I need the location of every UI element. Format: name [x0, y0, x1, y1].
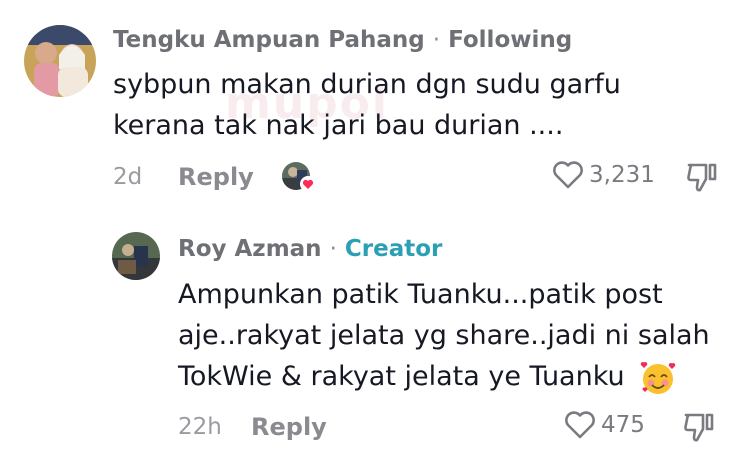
dislike-button[interactable]: [682, 410, 716, 448]
heart-outline-icon[interactable]: [551, 160, 585, 190]
separator-dot: ·: [329, 236, 337, 262]
avatar-roy-azman[interactable]: [112, 232, 160, 280]
like-button[interactable]: 475: [563, 410, 645, 440]
author-name[interactable]: Roy Azman: [178, 236, 322, 262]
smiling-face-with-hearts-icon: [641, 361, 676, 394]
thumbs-down-icon[interactable]: [685, 160, 719, 194]
thumbs-down-icon[interactable]: [682, 410, 716, 444]
comment-timestamp: 2d: [113, 164, 143, 190]
dislike-button[interactable]: [685, 160, 719, 198]
following-tag: Following: [448, 27, 573, 53]
comment-text-line: sybpun makan durian dgn sudu garfu: [113, 69, 621, 100]
comment-author-line: Roy Azman · Creator: [178, 236, 442, 262]
comment-text-line: Ampunkan patik Tuanku...patik post: [178, 279, 663, 310]
comment-text: Ampunkan patik Tuanku...patik post aje..…: [178, 274, 710, 397]
author-name[interactable]: Tengku Ampuan Pahang: [113, 27, 425, 53]
reply-button[interactable]: Reply: [251, 413, 327, 441]
avatar-tengku-ampuan-pahang[interactable]: [24, 25, 96, 97]
comment-author-line: Tengku Ampuan Pahang · Following: [113, 27, 572, 53]
comment-text-line: aje..rakyat jelata yg share..jadi ni sal…: [178, 320, 710, 351]
comment-text-line-last: TokWie & rakyat jelata ye Tuanku: [178, 356, 710, 397]
comment-timestamp: 22h: [178, 414, 222, 440]
separator-dot: ·: [432, 27, 441, 53]
like-count: 3,231: [589, 162, 655, 188]
comment-text-line: kerana tak nak jari bau durian ....: [113, 110, 564, 141]
comment-text: sybpun makan durian dgn sudu garfu keran…: [113, 64, 621, 146]
heart-outline-icon[interactable]: [563, 410, 597, 440]
comment-text-line: TokWie & rakyat jelata ye Tuanku: [178, 361, 625, 392]
creator-badge: Creator: [344, 236, 443, 262]
like-button[interactable]: 3,231: [551, 160, 655, 190]
like-count: 475: [601, 412, 645, 438]
creator-liked-avatar-icon: [281, 160, 317, 194]
reply-button[interactable]: Reply: [178, 163, 254, 191]
